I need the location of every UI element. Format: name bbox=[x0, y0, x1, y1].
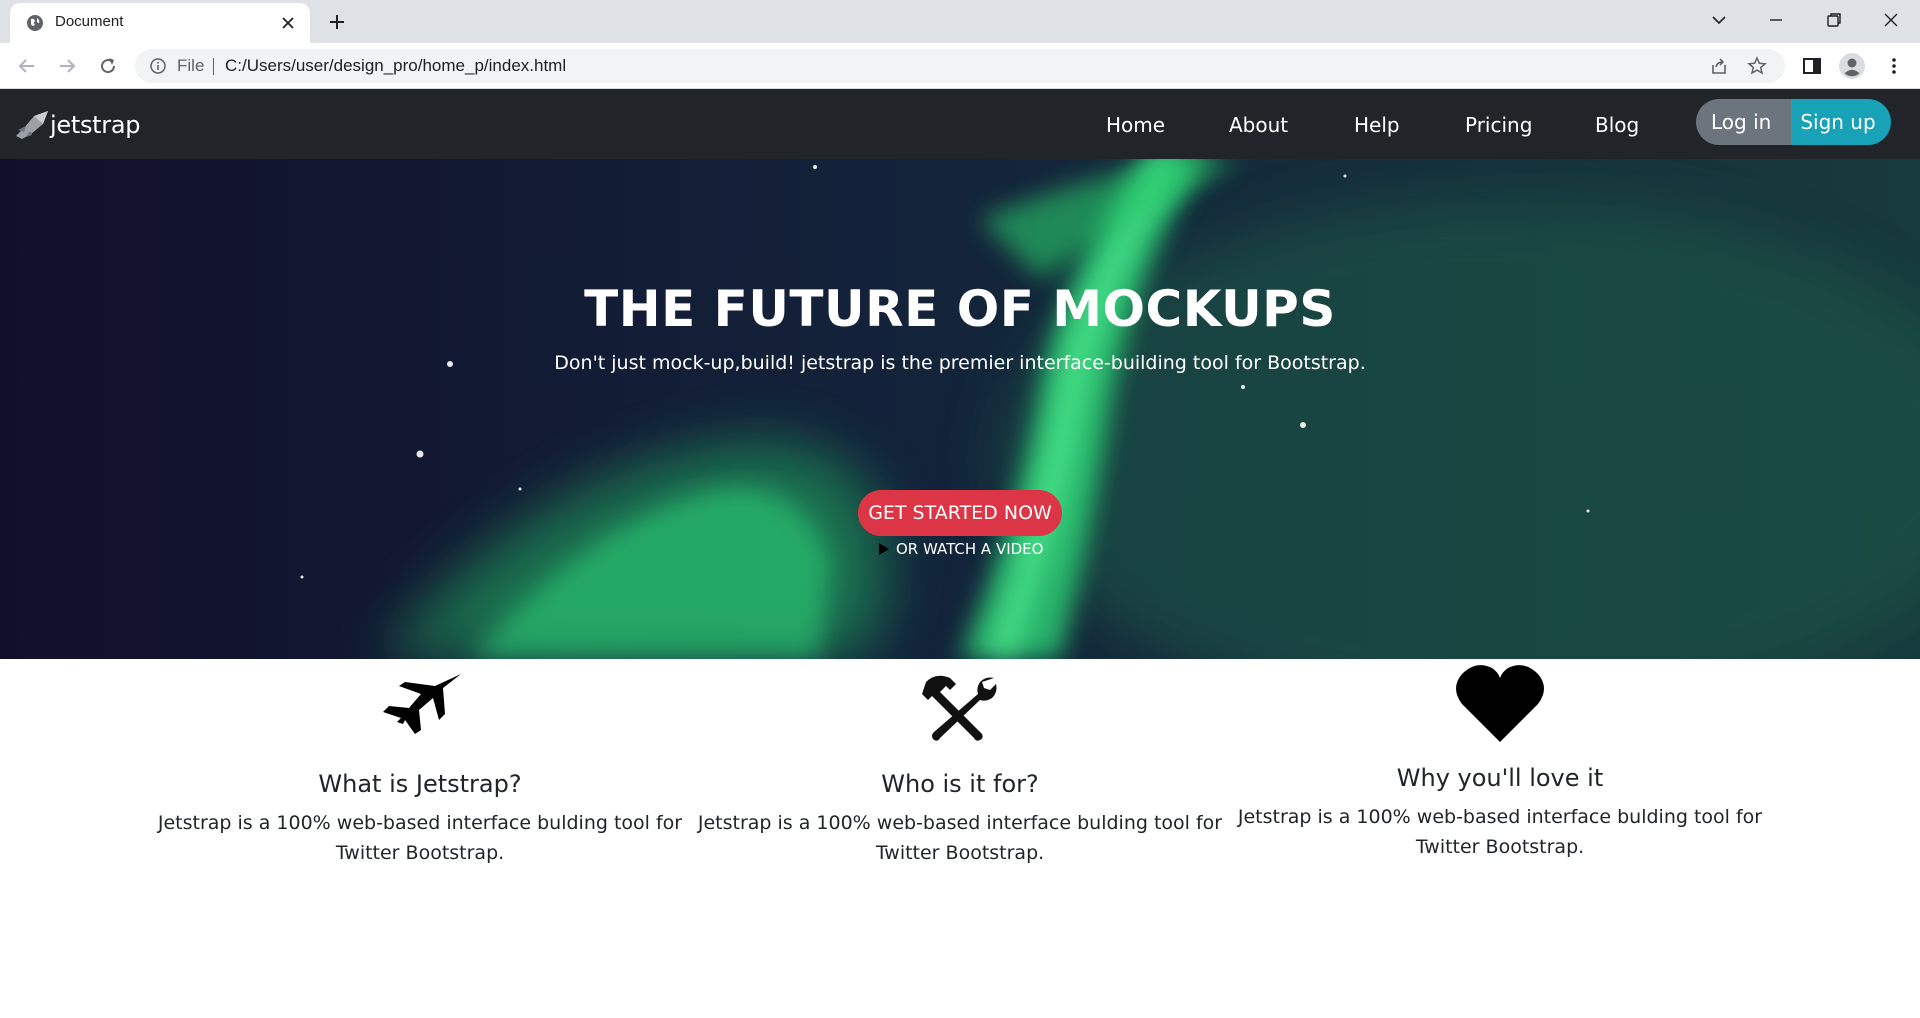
auth-button-group: Log in Sign up bbox=[1696, 99, 1891, 145]
back-arrow-icon[interactable] bbox=[15, 54, 39, 78]
reload-icon[interactable] bbox=[96, 54, 120, 78]
minimize-icon[interactable] bbox=[1764, 8, 1788, 32]
kebab-menu-icon[interactable] bbox=[1882, 54, 1906, 78]
feature-why-love: Why you'll love it Jetstrap is a 100% we… bbox=[1230, 662, 1770, 862]
hero-section: THE FUTURE OF MOCKUPS Don't just mock-up… bbox=[0, 159, 1920, 659]
feature-who-for: Who is it for? Jetstrap is a 100% web-ba… bbox=[690, 672, 1230, 868]
signup-button[interactable]: Sign up bbox=[1791, 99, 1891, 145]
hero-subtitle: Don't just mock-up,build! jetstrap is th… bbox=[554, 352, 1366, 374]
feature-text: Jetstrap is a 100% web-based interface b… bbox=[157, 812, 683, 864]
feature-title: What is Jetstrap? bbox=[318, 770, 522, 798]
bookmark-star-icon[interactable] bbox=[1747, 56, 1767, 76]
globe-icon bbox=[27, 15, 43, 31]
heart-icon bbox=[1456, 665, 1544, 742]
nav-link-help[interactable]: Help bbox=[1354, 113, 1400, 137]
tab-title: Document bbox=[55, 13, 124, 30]
omnibox[interactable]: File C:/Users/user/design_pro/home_p/ind… bbox=[135, 49, 1785, 83]
browser-tab-strip: Document bbox=[0, 0, 1920, 43]
feature-title: Who is it for? bbox=[881, 770, 1039, 798]
new-tab-icon[interactable] bbox=[325, 10, 349, 34]
login-button[interactable]: Log in bbox=[1696, 99, 1792, 145]
feature-title: Why you'll love it bbox=[1396, 764, 1604, 792]
side-panel-icon[interactable] bbox=[1800, 54, 1824, 78]
url-scheme-label: File bbox=[177, 56, 205, 75]
feature-text: Jetstrap is a 100% web-based interface b… bbox=[697, 812, 1223, 864]
forward-arrow-icon[interactable] bbox=[55, 54, 79, 78]
nav-link-home[interactable]: Home bbox=[1106, 113, 1165, 137]
tools-icon bbox=[922, 675, 997, 741]
feature-text: Jetstrap is a 100% web-based interface b… bbox=[1237, 806, 1763, 858]
watch-video-label: OR WATCH A VIDEO bbox=[896, 540, 1044, 558]
profile-avatar-icon[interactable] bbox=[1838, 52, 1866, 80]
info-icon[interactable] bbox=[149, 57, 167, 75]
address-bar: File C:/Users/user/design_pro/home_p/ind… bbox=[0, 43, 1920, 89]
hero-title: THE FUTURE OF MOCKUPS bbox=[584, 280, 1336, 338]
url-text[interactable]: C:/Users/user/design_pro/home_p/index.ht… bbox=[225, 56, 566, 76]
restore-icon[interactable] bbox=[1822, 8, 1846, 32]
site-navbar: jetstrap Home About Help Pricing Blog Lo… bbox=[0, 89, 1920, 159]
nav-link-blog[interactable]: Blog bbox=[1595, 113, 1639, 137]
brand-name: jetstrap bbox=[50, 111, 141, 139]
tab-search-chevron-icon[interactable] bbox=[1707, 8, 1731, 32]
jet-icon bbox=[383, 674, 461, 734]
get-started-button[interactable]: GET STARTED NOW bbox=[858, 490, 1062, 536]
nav-link-about[interactable]: About bbox=[1229, 113, 1288, 137]
nav-link-pricing[interactable]: Pricing bbox=[1465, 113, 1532, 137]
close-tab-icon[interactable] bbox=[278, 13, 298, 33]
share-icon[interactable] bbox=[1709, 56, 1729, 76]
watch-video-link[interactable]: OR WATCH A VIDEO bbox=[878, 540, 1043, 558]
close-window-icon[interactable] bbox=[1879, 8, 1903, 32]
aurora-background-image bbox=[0, 159, 1920, 659]
brand-logo[interactable]: jetstrap bbox=[14, 107, 140, 143]
url-separator bbox=[213, 58, 214, 75]
feature-what-is: What is Jetstrap? Jetstrap is a 100% web… bbox=[150, 672, 690, 868]
browser-tab[interactable]: Document bbox=[10, 3, 310, 43]
rocket-jet-icon bbox=[16, 111, 48, 139]
play-icon bbox=[879, 543, 889, 555]
